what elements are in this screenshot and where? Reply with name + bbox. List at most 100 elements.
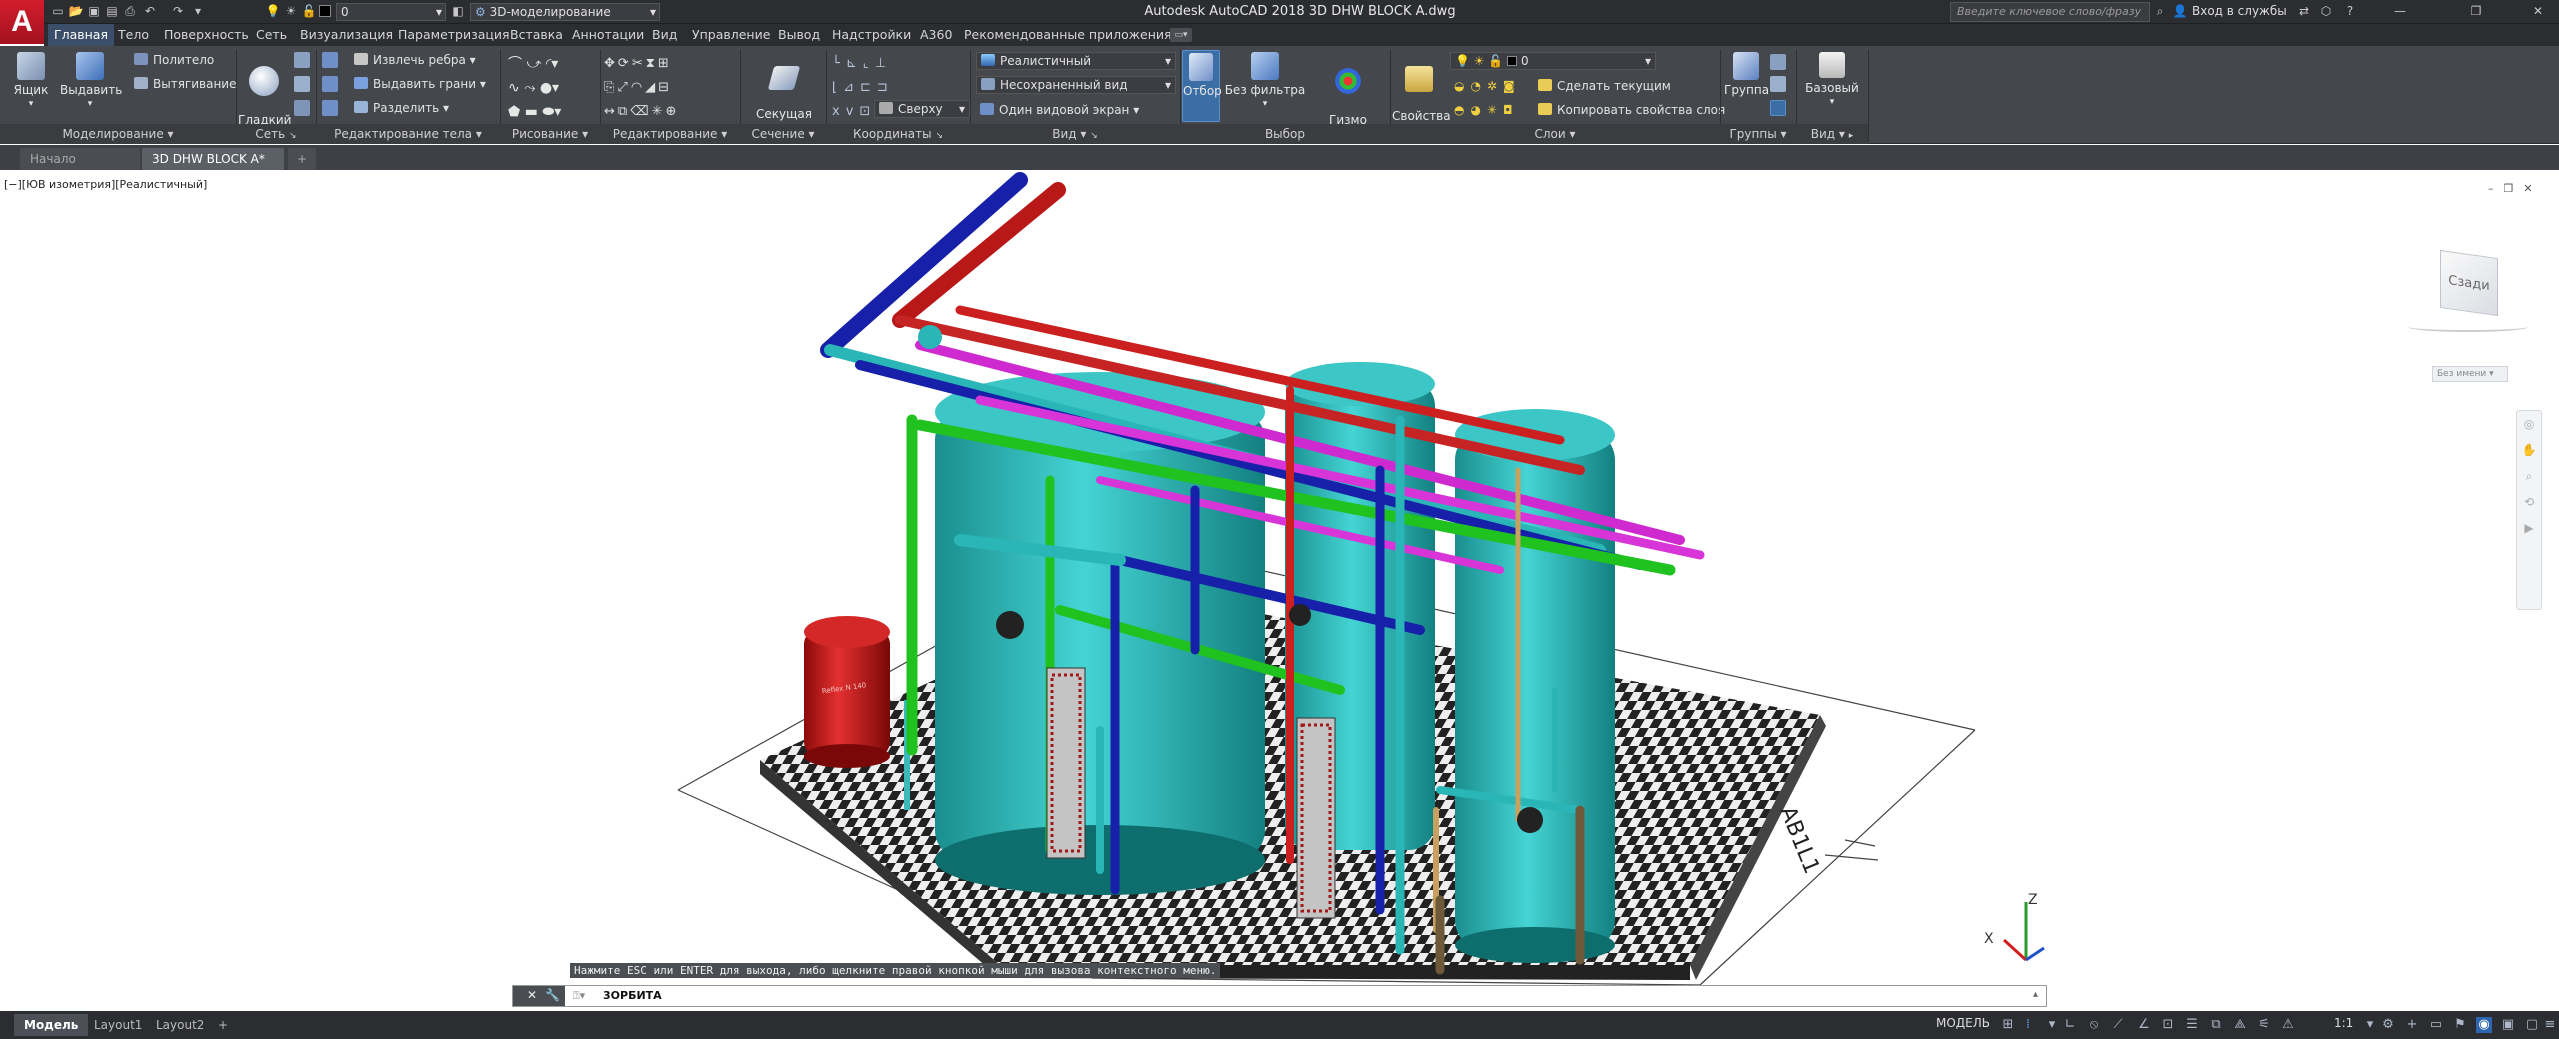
group-edit-icon[interactable] <box>1770 76 1786 92</box>
base-view-button[interactable]: Базовый ▾ <box>1800 52 1864 109</box>
ucs-y-icon[interactable]: ⅴ <box>846 104 860 119</box>
circle-icon[interactable]: ●▾ <box>540 80 559 96</box>
new-file-icon[interactable]: ▭ <box>50 3 66 19</box>
customize-status-icon[interactable]: ≡ <box>2544 1017 2556 1033</box>
redo-icon[interactable]: ↷ <box>170 3 186 19</box>
open-file-icon[interactable]: 📂 <box>68 3 84 19</box>
showmotion-icon[interactable]: ▶ <box>2517 515 2541 541</box>
tab-solid[interactable]: Тело <box>112 24 155 46</box>
exchange-apps-icon[interactable]: ⇄ <box>2296 3 2312 19</box>
tab-mesh[interactable]: Сеть <box>250 24 293 46</box>
binoculars-icon[interactable]: ⌕ <box>2152 3 2168 19</box>
tab-model[interactable]: Модель <box>14 1014 89 1036</box>
clean-screen-icon[interactable]: ▢ <box>2524 1017 2540 1033</box>
scale-icon[interactable]: ⤢ <box>617 80 630 95</box>
ucs-zaxis-icon[interactable]: ⊥ <box>875 56 892 71</box>
presspull-button[interactable]: Вытягивание <box>134 74 236 94</box>
fillet-icon[interactable]: ◠ <box>631 80 645 95</box>
arc-icon[interactable]: ◜▾ <box>546 56 558 72</box>
layer-unlock-icon[interactable]: ◘ <box>1503 103 1519 117</box>
osnap-icon[interactable]: ⊡ <box>2160 1017 2176 1033</box>
workspace-dropdown[interactable]: ⚙ 3D-моделирование ▾ <box>470 3 660 21</box>
extract-edges-button[interactable]: Извлечь ребра ▾ <box>354 50 476 70</box>
undo-icon[interactable]: ↶ <box>142 3 158 19</box>
restore-window-icon[interactable]: ❐ <box>2468 3 2484 19</box>
layer-tools-icon[interactable]: ◧ <box>450 3 466 19</box>
ucs-view-icon[interactable]: ⊿ <box>843 80 860 95</box>
spline-icon[interactable]: ∿ <box>508 80 520 96</box>
tab-home[interactable]: Главная <box>48 24 114 46</box>
scale-dropdown-icon[interactable]: ▾ <box>2362 1017 2378 1033</box>
selection-cycling-icon[interactable]: ⧉ <box>2208 1017 2224 1033</box>
layer-dropdown[interactable]: 💡 ☀ 🔓 0 ▾ <box>1450 52 1656 70</box>
move-icon[interactable]: ✥ <box>604 56 618 71</box>
match-layer-button[interactable]: Копировать свойства слоя <box>1538 100 1725 120</box>
tab-a360[interactable]: A360 <box>914 24 958 46</box>
tab-output[interactable]: Вывод <box>772 24 826 46</box>
no-filter-button[interactable]: Без фильтра ▾ <box>1224 52 1306 111</box>
workspace-dropdown-icon[interactable]: ▾ <box>190 3 206 19</box>
lightbulb-icon[interactable]: 💡 <box>265 3 281 19</box>
curve-icon[interactable]: ⤳ <box>524 80 535 96</box>
panel-section[interactable]: Сечение ▾ <box>740 124 826 144</box>
panel-view[interactable]: Вид ▾ ↘ <box>970 124 1180 144</box>
ucs-world-icon[interactable]: ⊾ <box>846 56 863 71</box>
snap-icon[interactable]: ⁞ <box>2020 1017 2036 1033</box>
panel-mesh[interactable]: Сеть ↘ <box>236 124 316 144</box>
sun-icon[interactable]: ☀ <box>283 3 299 19</box>
tab-addins[interactable]: Надстройки <box>826 24 917 46</box>
model-space-button[interactable]: МОДЕЛЬ <box>1936 1016 1990 1030</box>
drawing-viewport[interactable]: [−][ЮВ изометрия][Реалистичный] –❐✕ Refl… <box>0 170 2559 1008</box>
separate-button[interactable]: Разделить ▾ <box>354 98 449 118</box>
grid-icon[interactable]: ⊞ <box>2000 1017 2016 1033</box>
trim-icon[interactable]: ✂ <box>632 56 646 71</box>
tab-drawing[interactable]: 3D DHW BLOCK A* ✕ <box>142 148 284 188</box>
polyline-icon[interactable]: ⤻ <box>526 56 541 72</box>
3d-osnap-icon[interactable]: ⟁ <box>2232 1017 2248 1033</box>
zoom-icon[interactable]: ⌕ <box>2517 463 2541 489</box>
intersect-icon[interactable] <box>322 100 338 116</box>
ucs-face-icon[interactable]: ⊐ <box>877 80 894 95</box>
polygon-icon[interactable]: ⬟ <box>508 104 520 120</box>
make-current-button[interactable]: Сделать текущим <box>1538 76 1671 96</box>
auto-scale-icon[interactable]: ⚠ <box>2280 1017 2296 1033</box>
array-icon[interactable]: ⊟ <box>658 80 672 95</box>
tab-layout1[interactable]: Layout1 <box>84 1014 152 1036</box>
lineweight-icon[interactable]: ☰ <box>2184 1017 2200 1033</box>
panel-draw[interactable]: Рисование ▾ <box>500 124 600 144</box>
ucs-icon[interactable]: └ <box>832 56 846 71</box>
command-customize-icon[interactable]: 🔧 <box>545 988 560 1002</box>
viewport-config-button[interactable]: Один видовой экран ▾ <box>980 100 1139 120</box>
viewcube[interactable]: Сзади <box>2408 232 2538 352</box>
section-plane-button[interactable]: Секущая плоскость <box>744 52 824 135</box>
units-icon[interactable]: ▭ <box>2428 1017 2444 1033</box>
ucs-3point-icon[interactable]: ⌊ <box>832 80 843 95</box>
named-view-dropdown[interactable]: Несохраненный вид ▾ <box>976 76 1176 94</box>
stay-connected-icon[interactable]: ⬡ <box>2318 3 2334 19</box>
panel-groups[interactable]: Группы ▾ <box>1720 124 1796 144</box>
stretch-icon[interactable]: ↔ <box>604 104 618 119</box>
tab-layout2[interactable]: Layout2 <box>146 1014 214 1036</box>
help-icon[interactable]: ? <box>2342 3 2358 19</box>
tab-visualize[interactable]: Визуализация <box>294 24 399 46</box>
search-input[interactable]: Введите ключевое слово/фразу <box>1950 2 2150 22</box>
panel-selection[interactable]: Выбор <box>1180 124 1390 144</box>
pan-icon[interactable]: ✋ <box>2517 437 2541 463</box>
close-window-icon[interactable]: ✕ <box>2530 3 2546 19</box>
annotation-monitor-icon[interactable]: + <box>2404 1017 2420 1033</box>
group-selection-toggle-icon[interactable] <box>1770 100 1786 116</box>
rotate-icon[interactable]: ⟳ <box>618 56 632 71</box>
layer-on-icon[interactable]: ◓ <box>1454 103 1470 117</box>
panel-modify[interactable]: Редактирование ▾ <box>600 124 740 144</box>
tab-parametric[interactable]: Параметризация <box>392 24 516 46</box>
align-icon[interactable]: ⊞ <box>658 56 672 71</box>
tab-surface[interactable]: Поверхность <box>158 24 255 46</box>
panel-solid-editing[interactable]: Редактирование тела ▾ <box>316 124 500 144</box>
join-icon[interactable]: ⊕ <box>666 104 680 119</box>
user-icon[interactable]: 👤 <box>2172 3 2188 19</box>
save-as-icon[interactable]: ▤ <box>104 3 120 19</box>
application-menu-button[interactable]: A <box>0 0 44 44</box>
ellipse-icon[interactable]: ⬬▾ <box>542 104 561 120</box>
new-tab-button[interactable]: + <box>288 148 316 170</box>
osnap-tracking-icon[interactable]: ∠ <box>2136 1017 2152 1033</box>
